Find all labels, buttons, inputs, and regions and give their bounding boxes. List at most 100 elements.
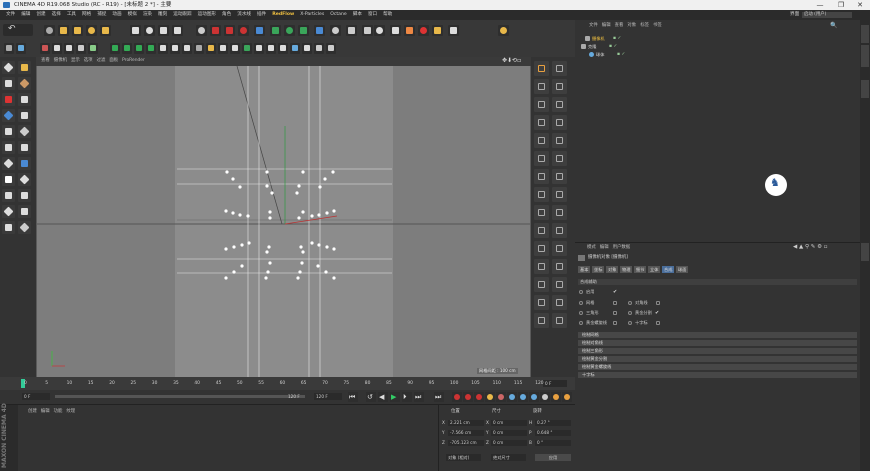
- clone-sphere[interactable]: [231, 211, 235, 215]
- left-tool-button[interactable]: [18, 125, 31, 138]
- left-tool-button[interactable]: [2, 61, 15, 74]
- mode-tool-button[interactable]: [218, 43, 228, 54]
- clone-sphere[interactable]: [266, 270, 270, 274]
- menu-item[interactable]: 脚本: [350, 10, 365, 20]
- option-checkbox[interactable]: [613, 321, 617, 325]
- mode-tool-button[interactable]: [182, 43, 192, 54]
- deform-tool-button[interactable]: [534, 277, 549, 292]
- rotation-field[interactable]: 0 °: [535, 440, 571, 446]
- deform-tool-button[interactable]: [552, 313, 567, 328]
- clone-sphere[interactable]: [268, 210, 272, 214]
- clone-sphere[interactable]: [332, 209, 336, 213]
- y-axis-button[interactable]: [144, 25, 155, 36]
- visibility-icons[interactable]: ▪ ✓: [613, 35, 621, 42]
- clone-sphere[interactable]: [323, 177, 327, 181]
- enable-anim-dot[interactable]: [579, 290, 583, 294]
- option-anim-dot[interactable]: [628, 301, 632, 305]
- deform-tool-button[interactable]: [534, 241, 549, 256]
- mode-tool-button[interactable]: [146, 43, 156, 54]
- attribute-tab[interactable]: 球面: [676, 266, 689, 273]
- left-tool-button[interactable]: [2, 141, 15, 154]
- mode-tool-button[interactable]: [52, 43, 62, 54]
- clone-sphere[interactable]: [301, 210, 305, 214]
- option-checkbox[interactable]: [656, 321, 660, 325]
- left-tool-button[interactable]: [18, 173, 31, 186]
- clone-sphere[interactable]: [268, 216, 272, 220]
- left-tool-button[interactable]: [2, 221, 15, 234]
- clone-sphere[interactable]: [267, 245, 271, 249]
- clone-sphere[interactable]: [324, 270, 328, 274]
- redshift-button[interactable]: [418, 25, 429, 36]
- render-picture-button[interactable]: [210, 25, 221, 36]
- left-tool-button[interactable]: [18, 77, 31, 90]
- play-button[interactable]: ▶: [390, 392, 400, 402]
- object-row[interactable]: 克隆 ▪ ✓: [577, 43, 857, 50]
- option-anim-dot[interactable]: [579, 301, 583, 305]
- clone-sphere[interactable]: [232, 270, 236, 274]
- collapsible-section[interactable]: 绘制黄金螺旋线: [578, 364, 857, 370]
- attribute-tab[interactable]: 物理: [620, 266, 633, 273]
- mode-tool-button[interactable]: [290, 43, 300, 54]
- render-view-button[interactable]: [196, 25, 207, 36]
- left-tool-button[interactable]: [2, 93, 15, 106]
- keyframe-tool-button[interactable]: [485, 392, 495, 402]
- menu-item[interactable]: 文件: [3, 10, 18, 20]
- menu-item[interactable]: 模拟: [125, 10, 140, 20]
- clone-sphere[interactable]: [264, 276, 268, 280]
- deform-tool-button[interactable]: [552, 295, 567, 310]
- next-frame-button[interactable]: ⏵: [402, 392, 412, 402]
- xparticles-button[interactable]: [404, 25, 415, 36]
- left-tool-button[interactable]: [18, 109, 31, 122]
- attribute-tab[interactable]: 细节: [634, 266, 647, 273]
- enable-checkbox[interactable]: ✔: [613, 289, 617, 295]
- close-button[interactable]: ✕: [853, 0, 867, 10]
- plugin-button[interactable]: [498, 25, 509, 36]
- menu-item[interactable]: 流水线: [234, 10, 254, 20]
- deform-tool-button[interactable]: [534, 205, 549, 220]
- array-button[interactable]: [298, 25, 309, 36]
- attribute-tab[interactable]: 坐标: [592, 266, 605, 273]
- left-tool-button[interactable]: [2, 157, 15, 170]
- material-menu-item[interactable]: 编辑: [39, 408, 52, 416]
- size-field[interactable]: 0 cm: [491, 440, 527, 446]
- attribute-tab[interactable]: 基本: [578, 266, 591, 273]
- side-tab-content[interactable]: [861, 45, 869, 67]
- deform-tool-button[interactable]: [534, 187, 549, 202]
- left-tool-button[interactable]: [18, 61, 31, 74]
- menu-item[interactable]: 网格: [79, 10, 94, 20]
- deform-tool-button[interactable]: [552, 97, 567, 112]
- clone-sphere[interactable]: [297, 216, 301, 220]
- next-key-button[interactable]: ⏭: [414, 392, 424, 402]
- clone-sphere[interactable]: [224, 209, 228, 213]
- layout-select[interactable]: 启动 (用户): [802, 12, 852, 18]
- mode-tool-button[interactable]: [76, 43, 86, 54]
- clone-sphere[interactable]: [270, 191, 274, 195]
- clone-sphere[interactable]: [246, 214, 250, 218]
- clone-sphere[interactable]: [224, 247, 228, 251]
- go-start-button[interactable]: ⏮: [348, 392, 358, 402]
- clone-sphere[interactable]: [297, 184, 301, 188]
- clone-sphere[interactable]: [224, 276, 228, 280]
- object-manager-menu-item[interactable]: 标签: [638, 22, 651, 30]
- keyframe-tool-button[interactable]: [507, 392, 517, 402]
- clone-sphere[interactable]: [238, 213, 242, 217]
- side-tab-layers[interactable]: [861, 80, 869, 98]
- clone-sphere[interactable]: [317, 243, 321, 247]
- mode-tool-button[interactable]: [170, 43, 180, 54]
- menu-item[interactable]: 编辑: [18, 10, 33, 20]
- clone-sphere[interactable]: [332, 247, 336, 251]
- deform-tool-button[interactable]: [552, 187, 567, 202]
- deform-tool-button[interactable]: [552, 241, 567, 256]
- mode-tool-button[interactable]: [278, 43, 288, 54]
- clone-sphere[interactable]: [298, 270, 302, 274]
- option-anim-dot[interactable]: [579, 311, 583, 315]
- clone-sphere[interactable]: [310, 241, 314, 245]
- deform-tool-button[interactable]: [534, 61, 549, 76]
- left-tool-button[interactable]: [18, 205, 31, 218]
- left-tool-button[interactable]: [2, 189, 15, 202]
- mode-tool-button[interactable]: [88, 43, 98, 54]
- clone-sphere[interactable]: [301, 250, 305, 254]
- z-axis-button[interactable]: [158, 25, 169, 36]
- menu-item[interactable]: 窗口: [365, 10, 380, 20]
- minimize-button[interactable]: —: [813, 0, 827, 10]
